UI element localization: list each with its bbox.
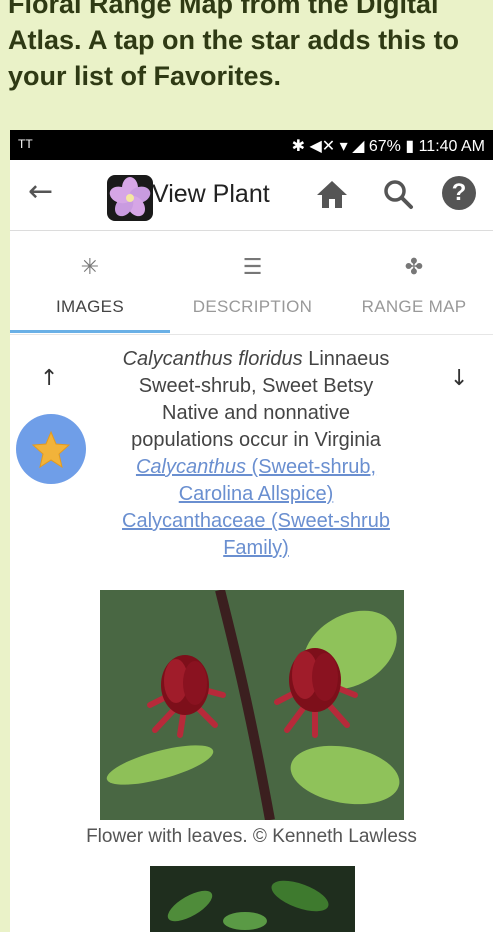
status-bar: TT ✱ ◀✕ ▾ ◢ 67% ▮ 11:40 AM (10, 130, 493, 160)
family-link-line1: Calycanthaceae (Sweet-shrub (122, 510, 390, 532)
status-icons: ✱ ◀✕ ▾ ◢ 67% ▮ 11:40 AM (291, 138, 485, 155)
plant-photo[interactable] (100, 590, 404, 820)
genus-link-rest: (Sweet-shrub, (246, 456, 377, 478)
scientific-name: Calycanthus floridus (122, 348, 303, 370)
plant-info: Calycanthus floridus Linnaeus Sweet-shru… (96, 346, 416, 562)
status-line-2: populations occur in Virginia (131, 429, 381, 451)
search-icon[interactable] (382, 178, 414, 214)
tabs-divider (10, 334, 493, 335)
app-bar: ← View Plant ? (10, 160, 493, 230)
plant-photo-2[interactable] (150, 866, 355, 932)
caption-line-1: Floral Range Map from the Digital (8, 0, 439, 19)
list-icon: ☰ (242, 255, 263, 280)
family-link[interactable]: Calycanthaceae (Sweet-shrub Family) (96, 508, 416, 562)
tab-range-map-label: RANGE MAP (361, 297, 467, 316)
genus-link-italic: Calycanthus (135, 456, 246, 478)
caption-line-2: Atlas. A tap on the star adds this to (8, 25, 460, 55)
caption-line-3: your list of Favorites. (8, 61, 282, 91)
author-name: Linnaeus (308, 348, 390, 370)
app-logo-icon (107, 175, 153, 221)
instruction-caption: Floral Range Map from the Digital Atlas.… (8, 0, 488, 94)
tab-images-label: IMAGES (56, 297, 124, 316)
tab-description[interactable]: ☰ DESCRIPTION (170, 231, 335, 336)
tab-bar: ✳ IMAGES ☰ DESCRIPTION ✤ RANGE MAP (10, 231, 493, 336)
help-icon[interactable]: ? (442, 176, 476, 210)
sparkle-icon: ✳ (80, 255, 100, 280)
common-names: Sweet-shrub, Sweet Betsy (138, 375, 374, 397)
tab-images[interactable]: ✳ IMAGES (10, 231, 170, 336)
app-title: View Plant (152, 180, 270, 208)
photo-caption: Flower with leaves. © Kenneth Lawless (86, 826, 417, 847)
favorite-star-button[interactable] (16, 414, 86, 484)
status-line-1: Native and nonnative (162, 402, 350, 424)
phone-screen: TT ✱ ◀✕ ▾ ◢ 67% ▮ 11:40 AM ← View Plant (10, 130, 493, 932)
home-icon[interactable] (315, 178, 349, 214)
plant-name-line: Calycanthus floridus Linnaeus (96, 346, 416, 373)
active-tab-indicator (10, 330, 170, 333)
family-link-line2: Family) (223, 537, 289, 559)
genus-link[interactable]: Calycanthus (Sweet-shrub, Carolina Allsp… (96, 454, 416, 508)
previous-arrow-icon[interactable]: ↑ (40, 366, 58, 391)
next-arrow-icon[interactable]: ↓ (450, 366, 468, 391)
tab-range-map[interactable]: ✤ RANGE MAP (335, 231, 493, 336)
puzzle-icon: ✤ (404, 255, 424, 280)
genus-link-line2: Carolina Allspice) (178, 483, 334, 505)
back-arrow-icon[interactable]: ← (28, 174, 53, 209)
star-icon (31, 430, 71, 469)
carrier-indicator: TT (18, 137, 33, 151)
tab-description-label: DESCRIPTION (192, 297, 313, 316)
